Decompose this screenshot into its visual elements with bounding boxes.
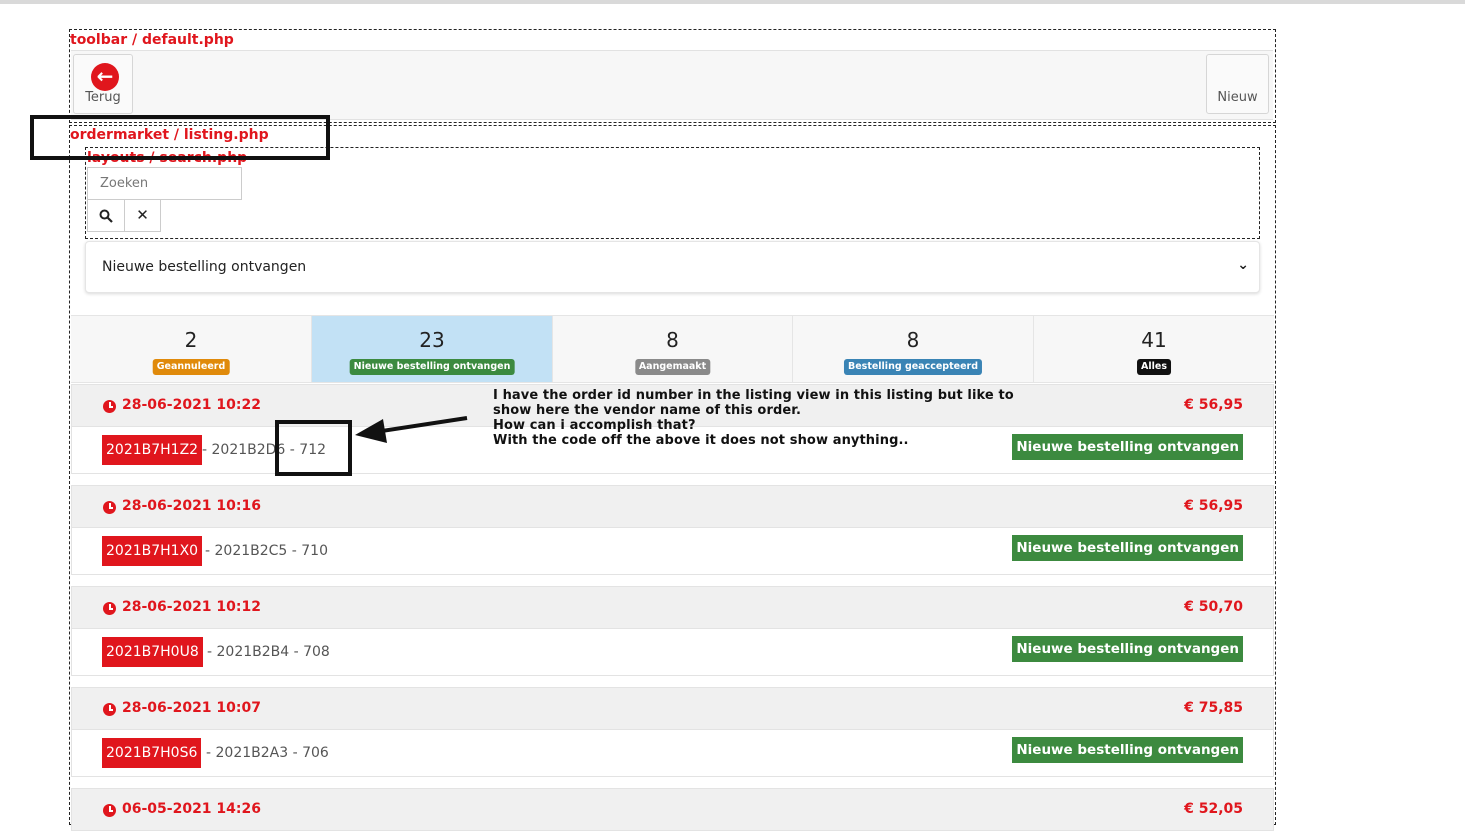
annotation-highlight-box (30, 115, 330, 160)
tab-count: 8 (906, 328, 920, 352)
order-header[interactable]: 28-06-2021 10:12 € 50,70 (71, 586, 1274, 629)
order-date: 28-06-2021 10:07 (122, 700, 261, 716)
clock-icon (103, 400, 116, 413)
annotation-highlight-box (275, 420, 352, 476)
order-header[interactable]: 28-06-2021 10:07 € 75,85 (71, 687, 1274, 730)
toolbar-debug-label: toolbar / default.php (70, 32, 234, 48)
tab-geannuleerd[interactable]: 2 Geannuleerd (71, 316, 312, 382)
status-filter-select[interactable]: Nieuwe bestelling ontvangen ⌄ (85, 241, 1260, 293)
tab-count: 2 (184, 328, 198, 352)
order-reference: - 2021B2B4 - 708 (207, 644, 330, 660)
order-price: € 75,85 (1184, 700, 1243, 716)
tab-badge: Geannuleerd (152, 359, 230, 375)
top-border (0, 0, 1465, 4)
search-icon (99, 209, 113, 223)
tab-aangemaakt[interactable]: 8 Aangemaakt (553, 316, 793, 382)
order-body: 2021B7H0S6 - 2021B2A3 - 706 Nieuwe beste… (71, 730, 1274, 777)
order-price: € 56,95 (1184, 498, 1243, 514)
toolbar: ← Terug Nieuw (71, 50, 1273, 120)
order-price: € 52,05 (1184, 801, 1243, 817)
tab-alles[interactable]: 41 Alles (1034, 316, 1274, 382)
order-price: € 56,95 (1184, 397, 1243, 413)
annotation-text: I have the order id number in the listin… (493, 388, 1014, 448)
clock-icon (103, 602, 116, 615)
order-date: 28-06-2021 10:12 (122, 599, 261, 615)
search-button[interactable] (87, 199, 125, 232)
status-badge: Nieuwe bestelling ontvangen (1012, 535, 1243, 561)
tab-count: 23 (419, 328, 445, 352)
order-reference: - 2021B2C5 - 710 (205, 543, 328, 559)
clock-icon (103, 804, 116, 817)
status-filter-value: Nieuwe bestelling ontvangen (102, 259, 307, 275)
clock-icon (103, 703, 116, 716)
tab-badge: Nieuwe bestelling ontvangen (349, 359, 515, 375)
order-date: 28-06-2021 10:22 (122, 397, 261, 413)
back-button-label: Terug (85, 90, 121, 105)
search-debug-frame (85, 147, 1260, 239)
order-code[interactable]: 2021B7H1Z2 (102, 435, 203, 465)
order-item: 06-05-2021 14:26 € 52,05 (71, 788, 1274, 831)
order-body: 2021B7H0U8 - 2021B2B4 - 708 Nieuwe beste… (71, 629, 1274, 676)
tab-count: 41 (1141, 328, 1167, 352)
tab-count: 8 (666, 328, 679, 352)
order-header[interactable]: 06-05-2021 14:26 € 52,05 (71, 788, 1274, 831)
new-button-label: Nieuw (1217, 90, 1258, 105)
status-tabs: 2 Geannuleerd 23 Nieuwe bestelling ontva… (71, 315, 1274, 383)
new-button[interactable]: Nieuw (1206, 54, 1269, 114)
order-code[interactable]: 2021B7H1X0 (102, 536, 203, 566)
status-badge: Nieuwe bestelling ontvangen (1012, 636, 1243, 662)
close-icon: ✕ (136, 206, 149, 224)
order-item: 28-06-2021 10:12 € 50,70 2021B7H0U8 - 20… (71, 586, 1274, 676)
search-input[interactable] (87, 167, 242, 200)
order-code[interactable]: 2021B7H0U8 (102, 637, 203, 667)
status-badge: Nieuwe bestelling ontvangen (1012, 737, 1243, 763)
tab-bestelling-geaccepteerd[interactable]: 8 Bestelling geaccepteerd (793, 316, 1034, 382)
order-item: 28-06-2021 10:16 € 56,95 2021B7H1X0 - 20… (71, 485, 1274, 575)
tab-badge: Alles (1137, 359, 1171, 375)
order-item: 28-06-2021 10:07 € 75,85 2021B7H0S6 - 20… (71, 687, 1274, 777)
clock-icon (103, 501, 116, 514)
chevron-down-icon: ⌄ (1237, 257, 1249, 273)
order-price: € 50,70 (1184, 599, 1243, 615)
clear-search-button[interactable]: ✕ (124, 199, 161, 232)
tab-nieuwe-bestelling[interactable]: 23 Nieuwe bestelling ontvangen (312, 316, 553, 382)
tab-badge: Aangemaakt (634, 359, 711, 375)
order-date: 06-05-2021 14:26 (122, 801, 261, 817)
annotation-arrow (355, 416, 468, 443)
order-reference: - 2021B2A3 - 706 (206, 745, 329, 761)
arrow-left-circle-icon: ← (91, 63, 119, 91)
order-date: 28-06-2021 10:16 (122, 498, 261, 514)
tab-badge: Bestelling geaccepteerd (843, 359, 983, 375)
order-header[interactable]: 28-06-2021 10:16 € 56,95 (71, 485, 1274, 528)
order-body: 2021B7H1X0 - 2021B2C5 - 710 Nieuwe beste… (71, 528, 1274, 575)
order-code[interactable]: 2021B7H0S6 (102, 738, 202, 768)
back-button[interactable]: ← Terug (73, 54, 133, 114)
status-badge: Nieuwe bestelling ontvangen (1012, 434, 1243, 460)
